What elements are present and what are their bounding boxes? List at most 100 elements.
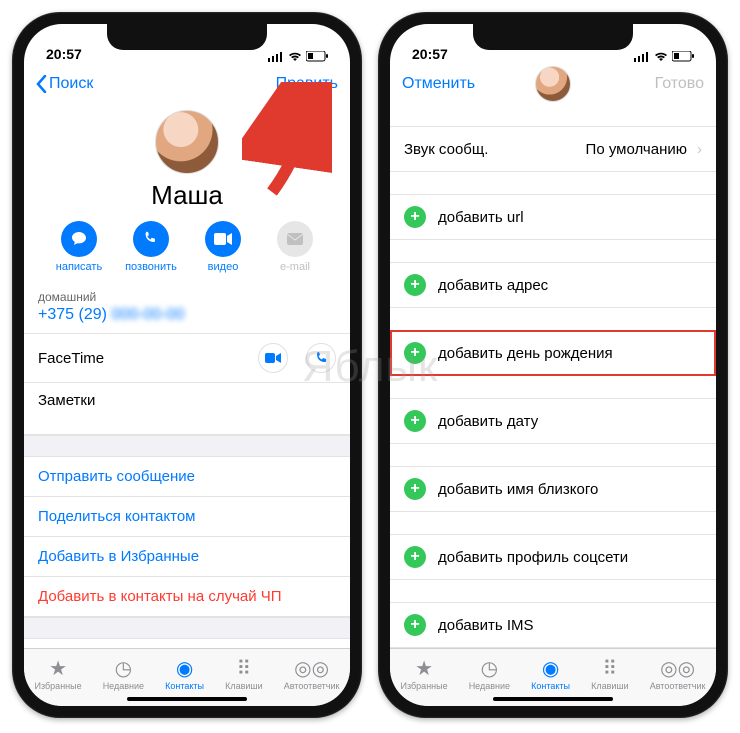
nav-bar: Отменить Готово: [390, 64, 716, 104]
home-indicator[interactable]: [493, 697, 613, 701]
keypad-icon: ⠿: [603, 659, 618, 679]
share-contact-link[interactable]: Поделиться контактом: [24, 497, 350, 537]
tab-recents[interactable]: ◷Недавние: [103, 659, 144, 691]
clock-icon: ◷: [115, 659, 132, 679]
facetime-video-button[interactable]: [258, 343, 288, 373]
text-tone-label: Звук сообщ.: [404, 141, 488, 158]
tab-recents[interactable]: ◷Недавние: [469, 659, 510, 691]
cancel-button[interactable]: Отменить: [402, 75, 475, 93]
voicemail-icon: ◎◎: [294, 659, 329, 679]
phone-frame-right: 20:57 Отменить Готово Звук сообщ. По умо…: [378, 12, 728, 718]
message-icon: [70, 230, 88, 248]
add-address-label: добавить адрес: [438, 277, 548, 294]
voicemail-icon: ◎◎: [660, 659, 695, 679]
tab-favorites[interactable]: ★Избранные: [401, 659, 448, 691]
phone-row[interactable]: домашний +375 (29) 000-00-00: [24, 281, 350, 334]
add-social-label: добавить профиль соцсети: [438, 549, 628, 566]
status-time: 20:57: [46, 46, 82, 62]
status-time: 20:57: [412, 46, 448, 62]
phone-frame-left: 20:57 Поиск Править Маша: [12, 12, 362, 718]
battery-icon: [672, 51, 694, 62]
tab-contacts[interactable]: ◉Контакты: [165, 659, 204, 691]
star-icon: ★: [415, 659, 433, 679]
tab-voicemail[interactable]: ◎◎Автоответчик: [650, 659, 706, 691]
add-ims-label: добавить IMS: [438, 617, 534, 634]
tab-keypad[interactable]: ⠿Клавиши: [225, 659, 263, 691]
signal-icon: [268, 52, 284, 62]
add-address-row[interactable]: + добавить адрес: [390, 262, 716, 308]
video-icon: [265, 353, 281, 363]
status-icons: [268, 51, 328, 62]
section-spacer: [24, 617, 350, 639]
plus-icon: +: [404, 342, 426, 364]
facetime-label: FaceTime: [38, 350, 104, 367]
video-label: видео: [208, 261, 239, 273]
tab-favorites[interactable]: ★Избранные: [35, 659, 82, 691]
notes-label: Заметки: [38, 392, 95, 409]
plus-icon: +: [404, 614, 426, 636]
notch: [107, 24, 267, 50]
text-tone-value: По умолчанию: [586, 141, 687, 158]
mail-action: e-mail: [266, 221, 324, 273]
share-location-link[interactable]: Поделиться геопозицией: [24, 639, 350, 648]
phone-value: +375 (29): [38, 306, 107, 323]
notes-row[interactable]: Заметки: [24, 383, 350, 435]
avatar-small[interactable]: [535, 66, 571, 102]
phone-label: домашний: [38, 290, 96, 304]
video-action[interactable]: видео: [194, 221, 252, 273]
add-related-label: добавить имя близкого: [438, 481, 598, 498]
message-label: написать: [56, 261, 102, 273]
keypad-icon: ⠿: [237, 659, 252, 679]
notch: [473, 24, 633, 50]
phone-hidden: 000-00-00: [111, 306, 184, 323]
add-ims-row[interactable]: + добавить IMS: [390, 602, 716, 648]
wifi-icon: [654, 52, 668, 62]
chevron-right-icon: ›: [697, 141, 702, 158]
facetime-audio-button[interactable]: [306, 343, 336, 373]
plus-icon: +: [404, 478, 426, 500]
add-birthday-row[interactable]: + добавить день рождения: [390, 330, 716, 376]
clock-icon: ◷: [481, 659, 498, 679]
send-message-link[interactable]: Отправить сообщение: [24, 457, 350, 497]
signal-icon: [634, 52, 650, 62]
add-social-row[interactable]: + добавить профиль соцсети: [390, 534, 716, 580]
annotation-arrow: [242, 82, 332, 202]
video-icon: [214, 233, 232, 245]
wifi-icon: [288, 52, 302, 62]
emergency-link[interactable]: Добавить в контакты на случай ЧП: [24, 577, 350, 617]
message-action[interactable]: написать: [50, 221, 108, 273]
chevron-left-icon: [36, 75, 47, 93]
section-spacer: [24, 435, 350, 457]
add-date-row[interactable]: + добавить дату: [390, 398, 716, 444]
call-action[interactable]: позвонить: [122, 221, 180, 273]
phone-icon: [314, 351, 328, 365]
add-favorite-link[interactable]: Добавить в Избранные: [24, 537, 350, 577]
star-icon: ★: [49, 659, 67, 679]
mail-label: e-mail: [280, 261, 310, 273]
plus-icon: +: [404, 206, 426, 228]
add-date-label: добавить дату: [438, 413, 538, 430]
tab-voicemail[interactable]: ◎◎Автоответчик: [284, 659, 340, 691]
status-icons: [634, 51, 694, 62]
contact-icon: ◉: [176, 659, 193, 679]
add-url-label: добавить url: [438, 209, 524, 226]
avatar[interactable]: [155, 110, 219, 174]
plus-icon: +: [404, 546, 426, 568]
add-birthday-label: добавить день рождения: [438, 345, 613, 362]
mail-icon: [287, 233, 303, 245]
home-indicator[interactable]: [127, 697, 247, 701]
tab-contacts[interactable]: ◉Контакты: [531, 659, 570, 691]
call-label: позвонить: [125, 261, 177, 273]
plus-icon: +: [404, 410, 426, 432]
phone-icon: [143, 231, 159, 247]
plus-icon: +: [404, 274, 426, 296]
battery-icon: [306, 51, 328, 62]
add-url-row[interactable]: + добавить url: [390, 194, 716, 240]
back-button[interactable]: Поиск: [36, 75, 93, 93]
text-tone-row[interactable]: Звук сообщ. По умолчанию ›: [390, 126, 716, 172]
add-related-row[interactable]: + добавить имя близкого: [390, 466, 716, 512]
done-button[interactable]: Готово: [655, 75, 704, 93]
back-label: Поиск: [49, 75, 93, 93]
tab-keypad[interactable]: ⠿Клавиши: [591, 659, 629, 691]
contact-icon: ◉: [542, 659, 559, 679]
